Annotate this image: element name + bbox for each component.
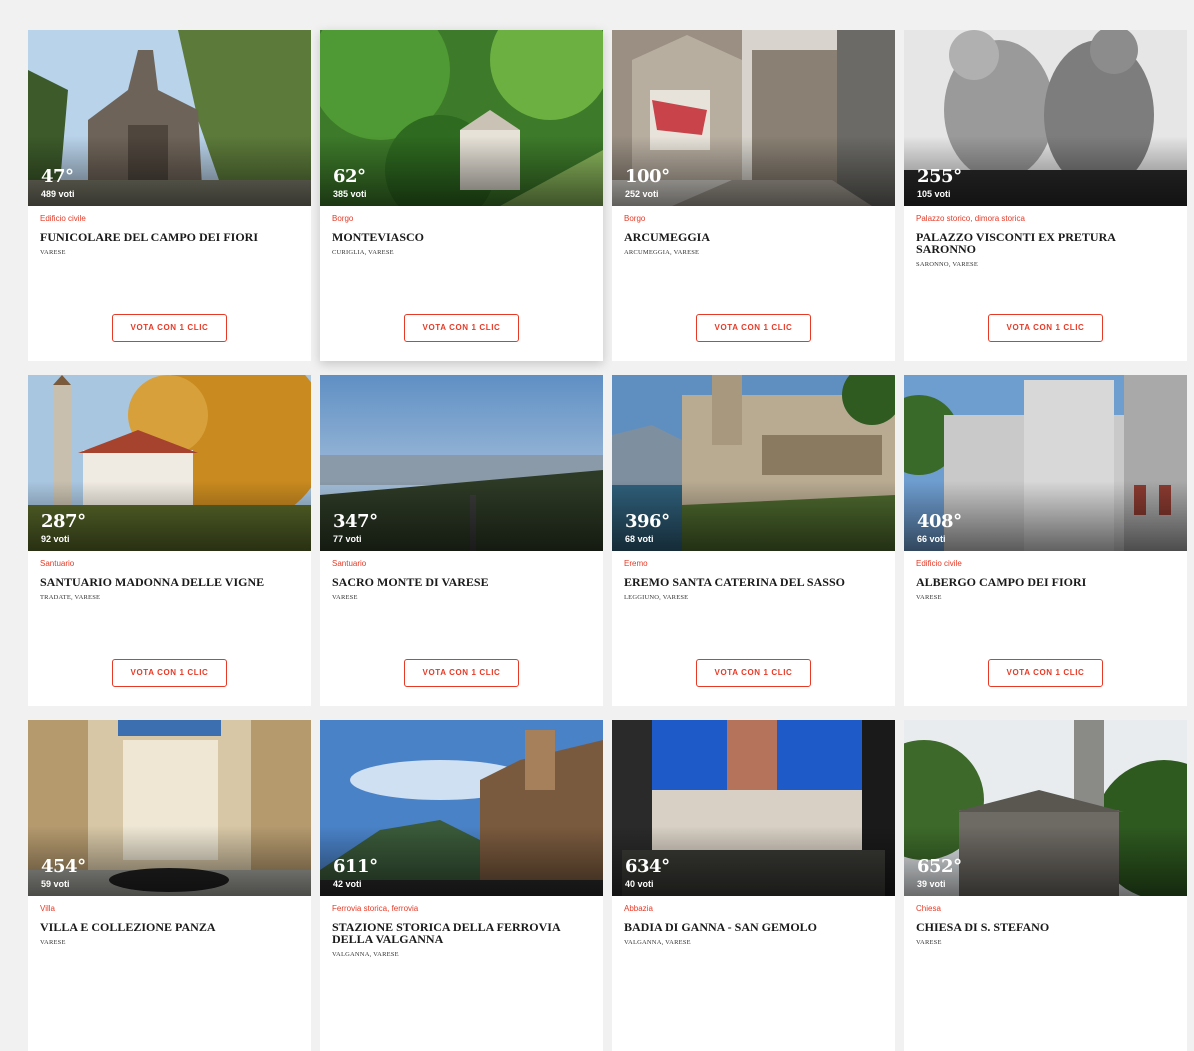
votes-count: 252 voti <box>625 189 659 199</box>
place-card[interactable]: 255° 105 voti Palazzo storico, dimora st… <box>904 30 1187 361</box>
place-title[interactable]: VILLA E COLLEZIONE PANZA <box>40 921 301 933</box>
vote-button[interactable]: VOTA CON 1 CLIC <box>404 314 519 342</box>
place-location: SARONNO, VARESE <box>916 261 978 268</box>
place-photo[interactable]: 408° 66 voti <box>904 375 1187 551</box>
place-location: VARESE <box>40 249 66 256</box>
place-card[interactable]: 347° 77 voti Santuario SACRO MONTE DI VA… <box>320 375 603 706</box>
place-card[interactable]: 396° 68 voti Eremo EREMO SANTA CATERINA … <box>612 375 895 706</box>
place-location: VARESE <box>40 939 66 946</box>
place-card[interactable]: 611° 42 voti Ferrovia storica, ferrovia … <box>320 720 603 1051</box>
vote-button[interactable]: VOTA CON 1 CLIC <box>696 659 811 687</box>
category-label: Borgo <box>332 214 354 223</box>
rank-label: 100° <box>625 166 670 187</box>
place-title[interactable]: EREMO SANTA CATERINA DEL SASSO <box>624 576 885 588</box>
place-card[interactable]: 287° 92 voti Santuario SANTUARIO MADONNA… <box>28 375 311 706</box>
place-photo[interactable]: 347° 77 voti <box>320 375 603 551</box>
place-title[interactable]: ALBERGO CAMPO DEI FIORI <box>916 576 1177 588</box>
place-photo[interactable]: 47° 489 voti <box>28 30 311 206</box>
category-label: Chiesa <box>916 904 941 913</box>
votes-count: 59 voti <box>41 879 70 889</box>
place-card[interactable]: 454° 59 voti Villa VILLA E COLLEZIONE PA… <box>28 720 311 1051</box>
votes-count: 39 voti <box>917 879 946 889</box>
rank-label: 347° <box>333 511 378 532</box>
category-label: Palazzo storico, dimora storica <box>916 214 1025 223</box>
votes-count: 66 voti <box>917 534 946 544</box>
category-label: Borgo <box>624 214 646 223</box>
place-title[interactable]: STAZIONE STORICA DELLA FERROVIA DELLA VA… <box>332 921 593 945</box>
place-photo[interactable]: 100° 252 voti <box>612 30 895 206</box>
category-label: Ferrovia storica, ferrovia <box>332 904 419 913</box>
vote-button[interactable]: VOTA CON 1 CLIC <box>988 314 1103 342</box>
places-grid: 47° 489 voti Edificio civile FUNICOLARE … <box>28 30 1188 1051</box>
votes-count: 385 voti <box>333 189 367 199</box>
category-label: Edificio civile <box>40 214 86 223</box>
place-card[interactable]: 47° 489 voti Edificio civile FUNICOLARE … <box>28 30 311 361</box>
vote-button[interactable]: VOTA CON 1 CLIC <box>404 659 519 687</box>
place-card[interactable]: 100° 252 voti Borgo ARCUMEGGIA ARCUMEGGI… <box>612 30 895 361</box>
place-location: TRADATE, VARESE <box>40 594 101 601</box>
place-location: LEGGIUNO, VARESE <box>624 594 689 601</box>
votes-count: 489 voti <box>41 189 75 199</box>
place-title[interactable]: PALAZZO VISCONTI EX PRETURA SARONNO <box>916 231 1177 255</box>
place-title[interactable]: SACRO MONTE DI VARESE <box>332 576 593 588</box>
votes-count: 40 voti <box>625 879 654 889</box>
votes-count: 77 voti <box>333 534 362 544</box>
category-label: Eremo <box>624 559 648 568</box>
rank-label: 47° <box>41 166 74 187</box>
rank-label: 287° <box>41 511 86 532</box>
place-card[interactable]: 634° 40 voti Abbazia BADIA DI GANNA - SA… <box>612 720 895 1051</box>
category-label: Edificio civile <box>916 559 962 568</box>
place-photo[interactable]: 634° 40 voti <box>612 720 895 896</box>
place-location: CURIGLIA, VARESE <box>332 249 394 256</box>
rank-label: 255° <box>917 166 962 187</box>
place-photo[interactable]: 611° 42 voti <box>320 720 603 896</box>
place-title[interactable]: CHIESA DI S. STEFANO <box>916 921 1177 933</box>
category-label: Villa <box>40 904 55 913</box>
place-card[interactable]: 62° 385 voti Borgo MONTEVIASCO CURIGLIA,… <box>320 30 603 361</box>
category-label: Santuario <box>332 559 367 568</box>
place-location: VALGANNA, VARESE <box>624 939 691 946</box>
place-photo[interactable]: 255° 105 voti <box>904 30 1187 206</box>
votes-count: 42 voti <box>333 879 362 889</box>
vote-button[interactable]: VOTA CON 1 CLIC <box>988 659 1103 687</box>
place-title[interactable]: BADIA DI GANNA - SAN GEMOLO <box>624 921 885 933</box>
vote-button[interactable]: VOTA CON 1 CLIC <box>112 314 227 342</box>
place-title[interactable]: FUNICOLARE DEL CAMPO DEI FIORI <box>40 231 301 243</box>
place-title[interactable]: MONTEVIASCO <box>332 231 593 243</box>
votes-count: 92 voti <box>41 534 70 544</box>
place-title[interactable]: ARCUMEGGIA <box>624 231 885 243</box>
rank-label: 634° <box>625 856 670 877</box>
place-photo[interactable]: 287° 92 voti <box>28 375 311 551</box>
rank-label: 396° <box>625 511 670 532</box>
votes-count: 68 voti <box>625 534 654 544</box>
category-label: Abbazia <box>624 904 653 913</box>
place-location: VARESE <box>916 594 942 601</box>
rank-label: 611° <box>333 856 378 877</box>
place-location: VARESE <box>916 939 942 946</box>
place-card[interactable]: 652° 39 voti Chiesa CHIESA DI S. STEFANO… <box>904 720 1187 1051</box>
place-photo[interactable]: 652° 39 voti <box>904 720 1187 896</box>
place-card[interactable]: 408° 66 voti Edificio civile ALBERGO CAM… <box>904 375 1187 706</box>
rank-label: 454° <box>41 856 86 877</box>
vote-button[interactable]: VOTA CON 1 CLIC <box>112 659 227 687</box>
place-photo[interactable]: 62° 385 voti <box>320 30 603 206</box>
place-location: VALGANNA, VARESE <box>332 951 399 958</box>
place-photo[interactable]: 396° 68 voti <box>612 375 895 551</box>
place-title[interactable]: SANTUARIO MADONNA DELLE VIGNE <box>40 576 301 588</box>
rank-label: 652° <box>917 856 962 877</box>
place-location: ARCUMEGGIA, VARESE <box>624 249 700 256</box>
category-label: Santuario <box>40 559 75 568</box>
rank-label: 408° <box>917 511 962 532</box>
votes-count: 105 voti <box>917 189 951 199</box>
place-photo[interactable]: 454° 59 voti <box>28 720 311 896</box>
place-location: VARESE <box>332 594 358 601</box>
rank-label: 62° <box>333 166 366 187</box>
vote-button[interactable]: VOTA CON 1 CLIC <box>696 314 811 342</box>
